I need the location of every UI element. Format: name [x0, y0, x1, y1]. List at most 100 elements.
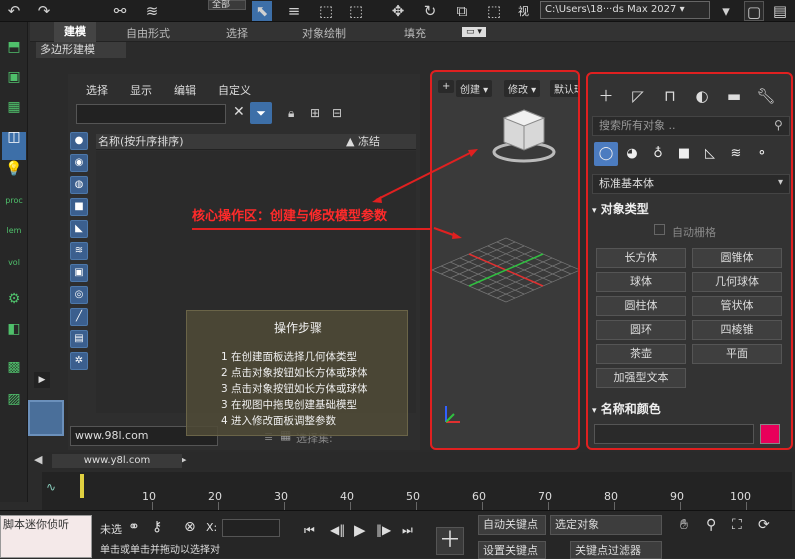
- torus-button[interactable]: 圆环: [596, 320, 686, 340]
- filter-geometry-icon[interactable]: ●: [70, 132, 88, 150]
- geometry-icon[interactable]: ◯: [594, 142, 618, 166]
- timeline[interactable]: ∿ 10 20 30 40 50 60 70 80 90 100: [42, 472, 792, 510]
- orbit-icon[interactable]: ⟳: [758, 517, 770, 533]
- placement-icon[interactable]: ⬚: [484, 1, 504, 21]
- category-dropdown[interactable]: 标准基本体: [592, 174, 790, 194]
- motion-tab-icon[interactable]: ◐: [690, 84, 714, 108]
- tool-e-icon[interactable]: ⚙: [2, 292, 26, 322]
- time-marker[interactable]: [80, 474, 84, 498]
- scale-icon[interactable]: ⧉: [452, 1, 472, 21]
- path-dropdown-icon[interactable]: ▾: [716, 1, 736, 21]
- viewcube-icon[interactable]: [486, 102, 562, 166]
- se-menu-select[interactable]: 选择: [86, 82, 108, 98]
- tab-selection[interactable]: 选择: [226, 25, 248, 41]
- tool-d-icon[interactable]: ◫: [2, 130, 26, 160]
- cylinder-button[interactable]: 圆柱体: [596, 296, 686, 316]
- subtab-polymodeling[interactable]: 多边形建模: [36, 42, 126, 58]
- rollout-collapse-icon[interactable]: ▾: [592, 406, 597, 416]
- slider-left-icon[interactable]: ◀: [34, 453, 42, 466]
- cameras-icon[interactable]: ■: [672, 142, 696, 166]
- modify-tab-icon[interactable]: ◸: [626, 84, 650, 108]
- folder-icon[interactable]: ▢: [744, 1, 764, 21]
- filter-container-icon[interactable]: ▤: [70, 330, 88, 348]
- undo-icon[interactable]: ↶: [4, 1, 24, 21]
- pan-icon[interactable]: ✋︎: [680, 517, 688, 533]
- select-icon[interactable]: ⬉: [252, 1, 272, 21]
- display-tab-icon[interactable]: ▬: [722, 84, 746, 108]
- tool-c-icon[interactable]: ▦: [2, 100, 26, 130]
- tool-f-icon[interactable]: ◧: [2, 322, 26, 352]
- plane-button[interactable]: 平面: [692, 344, 782, 364]
- object-search-input[interactable]: 搜索所有对象 ..: [592, 116, 790, 136]
- object-type-rollout[interactable]: ▾ 对象类型: [592, 200, 786, 218]
- absolute-mode-icon[interactable]: ⊗: [184, 519, 196, 535]
- light-icon[interactable]: 💡: [2, 162, 26, 192]
- filter-helper-icon[interactable]: ◣: [70, 220, 88, 238]
- region-select-icon[interactable]: ⬚: [316, 1, 336, 21]
- se-menu-edit[interactable]: 编辑: [174, 82, 196, 98]
- hierarchy-icon[interactable]: ⊞: [310, 106, 320, 120]
- add-key-button[interactable]: ＋: [436, 527, 464, 555]
- filter-light-icon[interactable]: ◍: [70, 176, 88, 194]
- scene-search-input[interactable]: [76, 104, 226, 124]
- filter-all-icon[interactable]: ✲: [70, 352, 88, 370]
- filter-spacewarp-icon[interactable]: ≋: [70, 242, 88, 260]
- curve-icon[interactable]: ∿: [46, 480, 56, 494]
- textplus-button[interactable]: 加强型文本: [596, 368, 686, 388]
- rollout-collapse-icon[interactable]: ▾: [592, 206, 597, 216]
- left-label-proc[interactable]: proc: [2, 196, 26, 206]
- redo-icon[interactable]: ↷: [34, 1, 54, 21]
- tab-freeform[interactable]: 自由形式: [126, 25, 170, 41]
- left-label-lem[interactable]: lem: [2, 226, 26, 236]
- tab-populate[interactable]: 填充: [404, 25, 426, 41]
- filter-camera-icon[interactable]: ■: [70, 198, 88, 216]
- cone-button[interactable]: 圆锥体: [692, 248, 782, 268]
- goto-start-icon[interactable]: ⏮: [304, 523, 315, 538]
- tool-h-icon[interactable]: ▨: [2, 392, 26, 422]
- filter-bone-icon[interactable]: ╱: [70, 308, 88, 326]
- link-icon[interactable]: ⚯: [110, 1, 130, 21]
- sphere-button[interactable]: 球体: [596, 272, 686, 292]
- rotate-icon[interactable]: ↻: [420, 1, 440, 21]
- select-name-icon[interactable]: ≡: [284, 1, 304, 21]
- box-button[interactable]: 长方体: [596, 248, 686, 268]
- hierarchy2-icon[interactable]: ⊟: [332, 106, 342, 120]
- bind-icon[interactable]: ≋: [142, 1, 162, 21]
- zoom-all-icon[interactable]: ⛶: [732, 517, 742, 533]
- tool-b-icon[interactable]: ▣: [2, 70, 26, 100]
- lights-icon[interactable]: ♁: [646, 142, 670, 166]
- filter-icon[interactable]: ⏷: [250, 102, 272, 124]
- next-frame-icon[interactable]: ‖▶: [376, 523, 391, 537]
- zoom-icon[interactable]: ⚲: [706, 517, 716, 533]
- helpers-icon[interactable]: ◺: [698, 142, 722, 166]
- lock-icon[interactable]: 🔒︎: [288, 106, 294, 121]
- filter-shape-icon[interactable]: ◉: [70, 154, 88, 172]
- tool-a-icon[interactable]: ⬒: [2, 40, 26, 70]
- search-icon[interactable]: ⚲: [774, 118, 783, 132]
- viewport-default-menu[interactable]: 默认球: [550, 80, 578, 97]
- frame-slider[interactable]: www.y8l.com: [52, 454, 182, 468]
- viewport[interactable]: + 创建 ▾ 修改 ▾ 默认球: [430, 70, 580, 450]
- x-coordinate-input[interactable]: [222, 519, 280, 537]
- systems-icon[interactable]: ⚬: [750, 142, 774, 166]
- autogrid-checkbox[interactable]: [654, 224, 665, 235]
- auto-key-button[interactable]: 自动关键点: [478, 515, 546, 535]
- utilities-tab-icon[interactable]: 🔧︎: [754, 84, 778, 108]
- maxscript-listener[interactable]: 脚本迷你侦听: [0, 515, 92, 558]
- layer-preview-icon[interactable]: [28, 400, 64, 436]
- key-filter-button[interactable]: 关键点过滤器: [570, 541, 662, 559]
- clear-search-icon[interactable]: ✕: [233, 104, 245, 120]
- tool-g-icon[interactable]: ▩: [2, 360, 26, 390]
- expand-icon[interactable]: ▶: [34, 372, 50, 388]
- move-icon[interactable]: ✥: [388, 1, 408, 21]
- play-icon[interactable]: ▶: [354, 521, 366, 539]
- lock-selection-icon[interactable]: ⚭: [128, 519, 140, 535]
- name-color-rollout[interactable]: ▾ 名称和颜色: [592, 400, 786, 418]
- se-menu-display[interactable]: 显示: [130, 82, 152, 98]
- project-path-field[interactable]: C:\Users\18···ds Max 2027 ▾: [540, 1, 710, 19]
- ribbon-options-icon[interactable]: ▭ ▾: [462, 27, 486, 37]
- tab-modeling[interactable]: 建模: [54, 22, 96, 42]
- window-cross-icon[interactable]: ⬚: [346, 1, 366, 21]
- col-name[interactable]: 名称(按升序排序): [98, 134, 184, 150]
- hierarchy-tab-icon[interactable]: ⊓: [658, 84, 682, 108]
